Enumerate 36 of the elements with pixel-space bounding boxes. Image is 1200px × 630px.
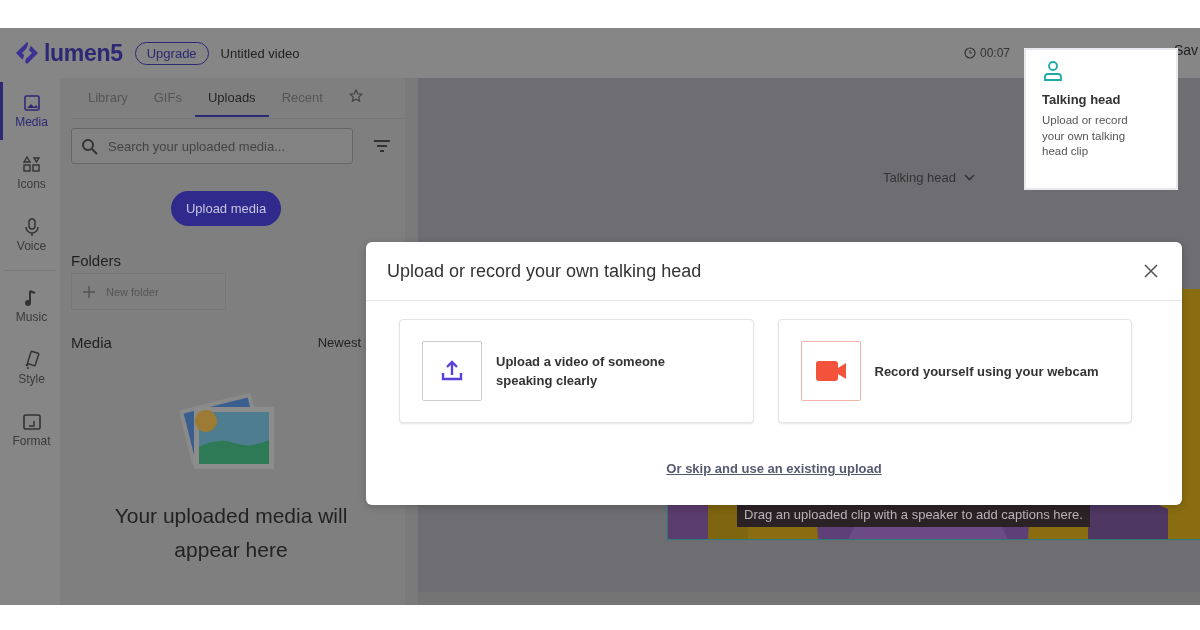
clip-type-dropdown[interactable]: Talking head <box>883 170 975 185</box>
close-icon <box>1144 264 1158 278</box>
logo-text: lumen5 <box>44 39 123 67</box>
chevron-down-icon <box>964 174 975 181</box>
section-heading: Folders <box>71 252 123 269</box>
section-heading: Media <box>71 334 112 351</box>
person-icon <box>1042 60 1064 82</box>
sidebar-tab[interactable]: Style <box>0 339 60 397</box>
skip-link[interactable]: Or skip and use an existing upload <box>666 461 882 476</box>
dialog-title: Upload or record your own talking head <box>387 260 702 282</box>
logo-icon <box>14 40 40 66</box>
sidebar-tab[interactable]: Voice <box>0 206 60 264</box>
search-field[interactable]: Search your uploaded media... <box>71 128 353 164</box>
shapes-icon <box>21 155 42 175</box>
star-icon <box>348 88 363 103</box>
sidebar-tab[interactable]: Icons <box>0 144 60 202</box>
video-duration: 00:07 <box>979 46 1010 60</box>
upload-video-option[interactable]: Upload a video of someone speaking clearly <box>399 319 754 423</box>
upload-icon <box>440 359 464 383</box>
plus-icon <box>82 284 96 299</box>
sidebar-tab[interactable]: Music <box>0 277 60 335</box>
clock-icon <box>963 47 976 59</box>
sidebar-tab[interactable]: Format <box>0 401 60 459</box>
panel-tab[interactable]: Uploads <box>194 79 269 117</box>
upload-media-button[interactable]: Upload media <box>170 191 282 226</box>
video-title[interactable]: Untitled video <box>220 45 300 61</box>
filter-icon[interactable] <box>373 139 391 153</box>
sort-dropdown[interactable]: Newest <box>317 335 361 350</box>
tooltip-title: Talking head <box>1042 92 1122 107</box>
empty-state-message: Your uploaded media will appear here <box>113 503 349 563</box>
search-icon <box>81 138 98 155</box>
format-icon <box>21 412 42 432</box>
tooltip-description: Upload or record your own talking head clip <box>1042 113 1129 159</box>
video-camera-icon <box>814 359 847 383</box>
image-icon <box>21 93 42 113</box>
record-webcam-option[interactable]: Record yourself using your webcam <box>777 319 1132 423</box>
